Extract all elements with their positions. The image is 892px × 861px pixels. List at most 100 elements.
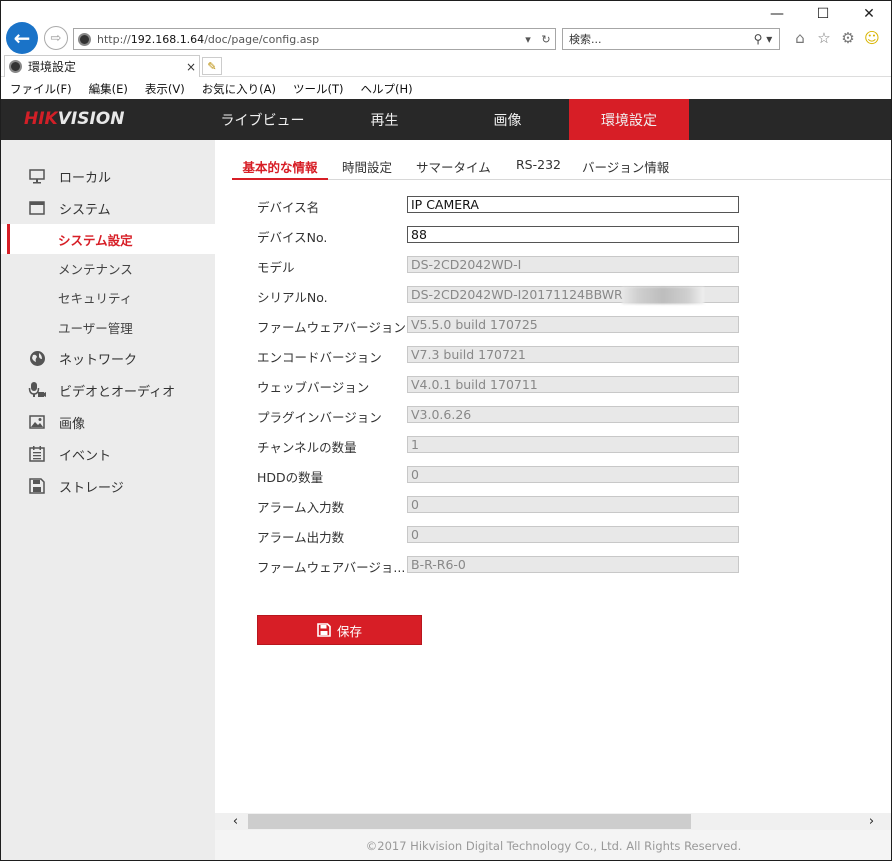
form-row-firmware: ファームウェアバージョン V5.5.0 build 170725 <box>257 315 757 335</box>
sidebar-item-security[interactable]: セキュリティ <box>0 282 215 312</box>
device-no-field[interactable] <box>407 226 739 243</box>
tab-version-info[interactable]: バージョン情報 <box>582 152 669 180</box>
app-header: HIKVISION ライブビュー 再生 画像 環境設定 <box>0 99 892 140</box>
sidebar-item-user-management[interactable]: ユーザー管理 <box>0 312 215 342</box>
tab-close-icon[interactable]: × <box>183 60 199 74</box>
tab-title: 環境設定 <box>28 60 77 74</box>
subtab-bar: 基本的な情報 時間設定 サマータイム RS-232 バージョン情報 <box>232 152 892 180</box>
sidebar-item-label: ローカル <box>59 170 112 186</box>
sidebar: ローカル システム システム設定 メンテナンス セキュリティ ユーザー管理 ネッ… <box>0 140 215 861</box>
refresh-icon[interactable]: ↻ <box>537 33 555 46</box>
calendar-list-icon <box>28 445 46 463</box>
back-button[interactable]: ← <box>6 22 38 54</box>
sidebar-item-storage[interactable]: ストレージ <box>0 471 215 501</box>
address-text[interactable]: http://192.168.1.64/doc/page/config.asp <box>97 33 519 46</box>
sidebar-item-network[interactable]: ネットワーク <box>0 343 215 373</box>
field-label: エンコードバージョン <box>257 350 382 365</box>
firmware-version-property-field: B-R-R6-0 <box>407 556 739 573</box>
new-tab-button[interactable]: ✎ <box>202 57 222 75</box>
form-row-web: ウェッブバージョン V4.0.1 build 170711 <box>257 375 757 395</box>
menu-tools[interactable]: ツール(T) <box>293 81 344 97</box>
plugin-version-field: V3.0.6.26 <box>407 406 739 423</box>
tab-time-settings[interactable]: 時間設定 <box>342 152 392 180</box>
field-label: デバイス名 <box>257 200 320 215</box>
nav-picture[interactable]: 画像 <box>450 99 565 140</box>
search-input[interactable]: 検索... ⚲ ▾ <box>562 28 780 50</box>
menu-edit[interactable]: 編集(E) <box>89 81 128 97</box>
settings-gear-icon[interactable]: ⚙ <box>838 28 858 48</box>
save-disk-icon <box>317 623 331 637</box>
scroll-left-icon[interactable]: ‹ <box>227 813 244 830</box>
address-prefix: http:// <box>97 32 131 46</box>
horizontal-scrollbar[interactable]: ‹ › <box>215 813 892 830</box>
form-row-device-name: デバイス名 <box>257 195 757 215</box>
form-row-model: モデル DS-2CD2042WD-I <box>257 255 757 275</box>
sidebar-item-label: ビデオとオーディオ <box>59 384 176 400</box>
field-label: ファームウェアバージョン <box>257 320 405 335</box>
sidebar-item-system-settings[interactable]: システム設定 <box>0 224 215 254</box>
maximize-button[interactable]: ☐ <box>800 0 846 28</box>
forward-button[interactable]: ⇨ <box>44 26 68 50</box>
channel-count-field: 1 <box>407 436 739 453</box>
field-label: ファームウェアバージョ... <box>257 560 405 575</box>
search-icon[interactable]: ⚲ ▾ <box>747 32 779 46</box>
form-row-alarm-out: アラーム出力数 0 <box>257 525 757 545</box>
scroll-right-icon[interactable]: › <box>863 813 880 830</box>
save-button[interactable]: 保存 <box>257 615 422 645</box>
nav-live-view[interactable]: ライブビュー <box>205 99 320 140</box>
field-label: チャンネルの数量 <box>257 440 357 455</box>
tab-favicon-icon <box>9 60 22 73</box>
address-bar[interactable]: http://192.168.1.64/doc/page/config.asp … <box>73 28 556 50</box>
site-favicon-icon <box>78 32 91 46</box>
sidebar-item-label: セキュリティ <box>58 290 133 306</box>
field-label: アラーム入力数 <box>257 500 345 515</box>
browser-tab[interactable]: 環境設定 × <box>4 55 200 77</box>
field-label: ウェッブバージョン <box>257 380 370 395</box>
scrollbar-thumb[interactable] <box>248 814 691 829</box>
window-controls: — ☐ ✕ <box>754 0 892 28</box>
field-label: デバイスNo. <box>257 230 328 245</box>
alarm-input-count-field: 0 <box>407 496 739 513</box>
sidebar-item-image[interactable]: 画像 <box>0 407 215 437</box>
sidebar-item-label: システム設定 <box>58 232 133 248</box>
form-row-serial: シリアルNo. DS-2CD2042WD-I20171124BBWR <box>257 285 757 305</box>
microphone-camera-icon <box>28 381 46 399</box>
serial-number-field: DS-2CD2042WD-I20171124BBWR <box>407 286 739 304</box>
close-window-button[interactable]: ✕ <box>846 0 892 28</box>
back-arrow-icon: ← <box>13 26 31 50</box>
menu-favorites[interactable]: お気に入り(A) <box>202 81 276 97</box>
sidebar-item-event[interactable]: イベント <box>0 439 215 469</box>
device-name-field[interactable] <box>407 196 739 213</box>
serial-number-text: DS-2CD2042WD-I20171124BBWR <box>411 287 623 302</box>
address-dropdown-icon[interactable]: ▾ <box>519 33 537 46</box>
new-tab-icon: ✎ <box>207 59 217 73</box>
window-icon <box>28 199 46 217</box>
menu-view[interactable]: 表示(V) <box>145 81 185 97</box>
minimize-button[interactable]: — <box>754 0 800 28</box>
sidebar-item-video-audio[interactable]: ビデオとオーディオ <box>0 375 215 405</box>
favorites-star-icon[interactable]: ☆ <box>814 28 834 48</box>
menu-file[interactable]: ファイル(F) <box>10 81 72 97</box>
field-label: シリアルNo. <box>257 290 328 305</box>
browser-toolbar: — ☐ ✕ ← ⇨ http://192.168.1.64/doc/page/c… <box>0 0 892 55</box>
encode-version-field: V7.3 build 170721 <box>407 346 739 363</box>
sidebar-item-local[interactable]: ローカル <box>0 161 215 191</box>
sidebar-item-system[interactable]: システム <box>0 193 215 223</box>
hikvision-logo: HIKVISION <box>24 109 125 129</box>
firmware-version-field: V5.5.0 build 170725 <box>407 316 739 333</box>
home-icon[interactable]: ⌂ <box>790 28 810 48</box>
sidebar-item-label: ネットワーク <box>59 352 138 368</box>
tab-dst[interactable]: サマータイム <box>416 152 491 180</box>
form-row-hdd: HDDの数量 0 <box>257 465 757 485</box>
hdd-count-field: 0 <box>407 466 739 483</box>
browser-icons: ⌂ ☆ ⚙ ☺ <box>790 28 882 48</box>
browser-tab-row: 環境設定 × ✎ <box>0 55 892 77</box>
tab-basic-info[interactable]: 基本的な情報 <box>232 152 328 180</box>
feedback-smiley-icon[interactable]: ☺ <box>862 28 882 48</box>
sidebar-item-maintenance[interactable]: メンテナンス <box>0 253 215 283</box>
alarm-output-count-field: 0 <box>407 526 739 543</box>
menu-help[interactable]: ヘルプ(H) <box>361 81 413 97</box>
nav-playback[interactable]: 再生 <box>327 99 442 140</box>
nav-configuration[interactable]: 環境設定 <box>569 99 689 140</box>
tab-rs232[interactable]: RS-232 <box>516 152 561 180</box>
